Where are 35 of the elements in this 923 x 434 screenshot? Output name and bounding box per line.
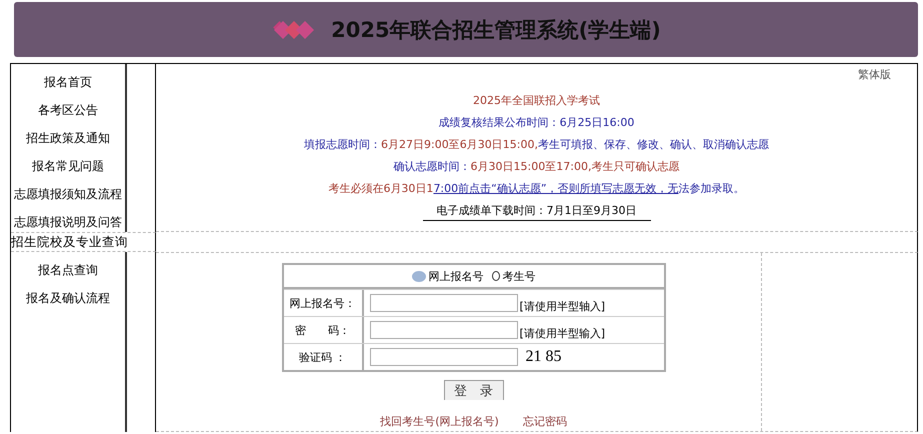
captcha-code: 21 85 <box>526 348 562 366</box>
notice-line: 填报志愿时间：6月27日9:00至6月30日15:00,考生可填报、保存、修改、确认、取消确认志愿 <box>304 137 769 153</box>
traditional-chinese-link[interactable]: 繁体版 <box>858 67 891 82</box>
notice-line: 确认志愿时间：6月30日15:00至17:00,考生只可确认志愿 <box>394 159 680 175</box>
sidebar-link[interactable]: 志愿填报说明及问答 <box>14 208 122 236</box>
notice-line: 成绩复核结果公布时间：6月25日16:00 <box>438 115 634 131</box>
field-label: 验证码 ： <box>284 344 364 370</box>
sidebar-link[interactable]: 报名及确认流程 <box>26 284 110 312</box>
field-label: 网上报名号： <box>284 290 364 316</box>
password-field[interactable] <box>370 321 518 339</box>
id-type-option[interactable]: 考生号 <box>492 268 536 284</box>
sidebar-link[interactable]: 报名首页 <box>44 68 92 96</box>
sidebar-link[interactable]: 志愿填报须知及流程 <box>14 180 122 208</box>
option-label: 考生号 <box>502 268 536 284</box>
input-hint: [请使用半型轴入] <box>520 299 606 314</box>
notice-title: 2025年全国联招入学考试 <box>473 93 600 109</box>
notice-line: 电子成绩单下载时间：7月1日至9月30日 <box>422 202 650 221</box>
id-field[interactable] <box>370 294 518 312</box>
sidebar-link[interactable]: 招生政策及通知 <box>26 124 110 152</box>
captcha-field[interactable] <box>370 348 518 366</box>
login-button[interactable]: 登 录 <box>444 380 504 400</box>
radio-icon[interactable] <box>412 270 426 282</box>
sidebar-link[interactable]: 报名点查询 <box>38 256 98 284</box>
sidebar-link[interactable]: 各考区公告 <box>38 96 98 124</box>
notice-line: 考生必须在6月30日17:00前点击“确认志愿”，否则所填写志愿无效，无法参加录取。 <box>328 181 745 197</box>
system-title: 2025年联合招生管理系统(学生端) <box>331 16 661 44</box>
input-hint: [请使用半型输入] <box>520 326 606 341</box>
sidebar-link[interactable]: 报名常见问题 <box>32 152 104 180</box>
recovery-link[interactable]: 忘记密码 <box>522 414 567 429</box>
radio-icon[interactable] <box>492 271 500 281</box>
option-label: 网上报名号 <box>428 268 484 284</box>
notice-link[interactable]: 7:00前点击“确认志愿”，否则所填写志愿无效，无 <box>433 182 679 195</box>
id-type-option[interactable]: 网上报名号 <box>412 268 484 284</box>
recovery-link[interactable]: 找回考生号(网上报名号) <box>380 414 499 429</box>
field-label: 密 码： <box>284 317 364 343</box>
